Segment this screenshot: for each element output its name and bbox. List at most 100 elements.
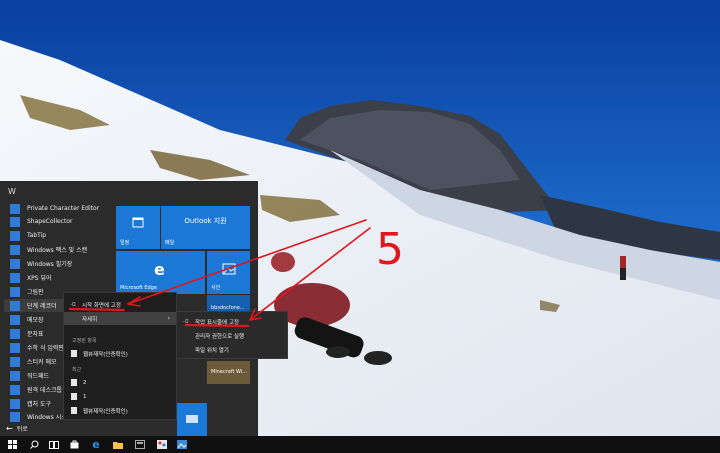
app-item-paint[interactable]: 그림판	[10, 285, 44, 298]
back-button[interactable]: ← 뒤로	[0, 421, 108, 436]
app-label: Windows 팩스 및 스캔	[27, 247, 88, 254]
pin-icon: -ᗡ	[183, 318, 189, 325]
app-label: Private Character Editor	[27, 205, 100, 212]
app-label: 메모장	[27, 317, 44, 324]
app-item-tabtip[interactable]: TabTip	[10, 229, 46, 242]
pin-to-start-item[interactable]: -ᗡ 시작 화면에 고정	[64, 298, 176, 311]
edge-icon: e	[154, 260, 165, 279]
edge-icon: e	[92, 438, 100, 451]
task-view-button[interactable]	[44, 436, 64, 453]
search-icon	[29, 440, 38, 449]
menu-item-label: 작업 표시줄에 고정	[195, 319, 239, 326]
app-item-remote-desktop[interactable]: 원격 데스크톱	[10, 383, 62, 396]
app-item-math-input[interactable]: 수학 식 입력판	[10, 341, 64, 354]
app-icon	[10, 244, 20, 255]
tile-outlook-text: Outlook 지원	[184, 217, 227, 225]
app-label: 문자표	[27, 331, 44, 338]
more-item[interactable]: 자세히 ›	[64, 312, 176, 325]
recent-item[interactable]: 웹뷰제작(인증확인)	[64, 404, 176, 417]
menu-item-label: 1	[83, 393, 87, 400]
app-icon	[10, 272, 20, 283]
app-icon	[10, 384, 20, 395]
windows-logo-icon	[7, 440, 17, 449]
app-icon	[10, 230, 20, 241]
recent-item[interactable]: 1	[64, 390, 176, 403]
app-label: ShapeCollector	[27, 218, 73, 225]
tile-extra[interactable]	[177, 403, 207, 436]
tile-label: 메일	[165, 240, 175, 246]
app-icon	[10, 314, 20, 325]
app-item-xps-viewer[interactable]: XPS 뷰어	[10, 271, 52, 284]
app-label: 그림판	[27, 289, 44, 296]
tile-minecraft[interactable]: Minecraft Wi...	[207, 361, 250, 384]
open-file-location-item[interactable]: 파일 위치 열기	[177, 343, 287, 356]
app-icon	[10, 203, 20, 214]
photo-viewer-icon	[177, 440, 187, 449]
taskbar-photo[interactable]	[172, 436, 192, 453]
tile-icon	[186, 415, 198, 423]
menu-item-label: 2	[83, 379, 87, 386]
taskbar-paint[interactable]	[152, 436, 172, 453]
app-icon	[10, 356, 20, 367]
calendar-icon	[132, 217, 144, 228]
app-icon	[10, 328, 20, 339]
app-icon	[10, 216, 20, 227]
pin-icon: -ᗡ	[70, 301, 76, 308]
taskbar-store[interactable]	[64, 436, 84, 453]
app-item-snipping-tool[interactable]: 캡처 도구	[10, 397, 51, 410]
app-item-private-character-editor[interactable]: Private Character Editor	[10, 202, 99, 215]
pinned-heading: 고정된 항목	[72, 338, 97, 344]
tile-edge[interactable]: e Microsoft Edge	[116, 251, 205, 294]
tile-photos[interactable]: 사진	[207, 251, 250, 294]
app-label: 워드패드	[27, 373, 50, 380]
back-arrow-icon: ←	[6, 424, 13, 433]
menu-item-label: 웹뷰제작(인증확인)	[83, 408, 128, 415]
recent-item[interactable]: 2	[64, 376, 176, 389]
app-item-sticky-notes[interactable]: 스티커 메모	[10, 355, 57, 368]
app-label: 단계 레코더	[27, 303, 57, 310]
tile-label: 일정	[120, 240, 130, 246]
tile-calendar[interactable]: 일정	[116, 206, 160, 249]
paint-icon	[157, 440, 167, 449]
menu-item-label: 시작 화면에 고정	[82, 302, 121, 309]
taskbar-edge[interactable]: e	[86, 436, 106, 453]
photo-icon	[222, 263, 236, 275]
task-view-icon	[49, 440, 59, 449]
store-icon	[70, 440, 78, 449]
pinned-item[interactable]: 웹뷰제작(인증확인)	[64, 347, 176, 360]
app-label: Windows 필기장	[27, 261, 73, 268]
app-label: 캡처 도구	[27, 401, 51, 408]
tile-label: 사진	[211, 285, 221, 291]
start-button[interactable]	[2, 436, 22, 453]
run-as-admin-item[interactable]: 관리자 권한으로 실행	[177, 329, 287, 342]
app-icon	[10, 398, 20, 409]
taskbar-explorer[interactable]	[108, 436, 128, 453]
menu-item-label: 자세히	[82, 316, 98, 323]
app-item-character-map[interactable]: 문자표	[10, 327, 44, 340]
app-item-journal[interactable]: Windows 필기장	[10, 257, 72, 270]
app-item-fax-scan[interactable]: Windows 팩스 및 스캔	[10, 243, 87, 256]
app-label: XPS 뷰어	[27, 275, 52, 282]
back-label: 뒤로	[16, 426, 28, 433]
app-item-shapecollector[interactable]: ShapeCollector	[10, 215, 72, 228]
context-menu: -ᗡ 시작 화면에 고정 자세히 › 고정된 항목 웹뷰제작(인증확인) 최근 …	[63, 292, 177, 420]
tile-mail[interactable]: Outlook 지원 메일	[161, 206, 250, 249]
menu-item-label: 관리자 권한으로 실행	[195, 333, 245, 340]
app-item-wordpad[interactable]: 워드패드	[10, 369, 49, 382]
document-icon	[71, 407, 77, 414]
search-button[interactable]	[24, 436, 44, 453]
taskbar-app[interactable]	[130, 436, 150, 453]
menu-item-label: 파일 위치 열기	[195, 347, 229, 354]
app-icon	[10, 286, 20, 297]
document-icon	[71, 350, 77, 357]
app-label: TabTip	[27, 232, 47, 239]
section-letter[interactable]: W	[8, 187, 16, 196]
chevron-right-icon: ›	[167, 315, 170, 322]
app-item-notepad[interactable]: 메모장	[10, 313, 44, 326]
pin-to-taskbar-item[interactable]: -ᗡ 작업 표시줄에 고정	[177, 315, 287, 328]
app-label: 원격 데스크톱	[27, 387, 63, 394]
app-icon	[10, 370, 20, 381]
app-label: 스티커 메모	[27, 359, 57, 366]
tile-label: Minecraft Wi...	[211, 369, 248, 375]
taskbar: e	[0, 436, 720, 453]
